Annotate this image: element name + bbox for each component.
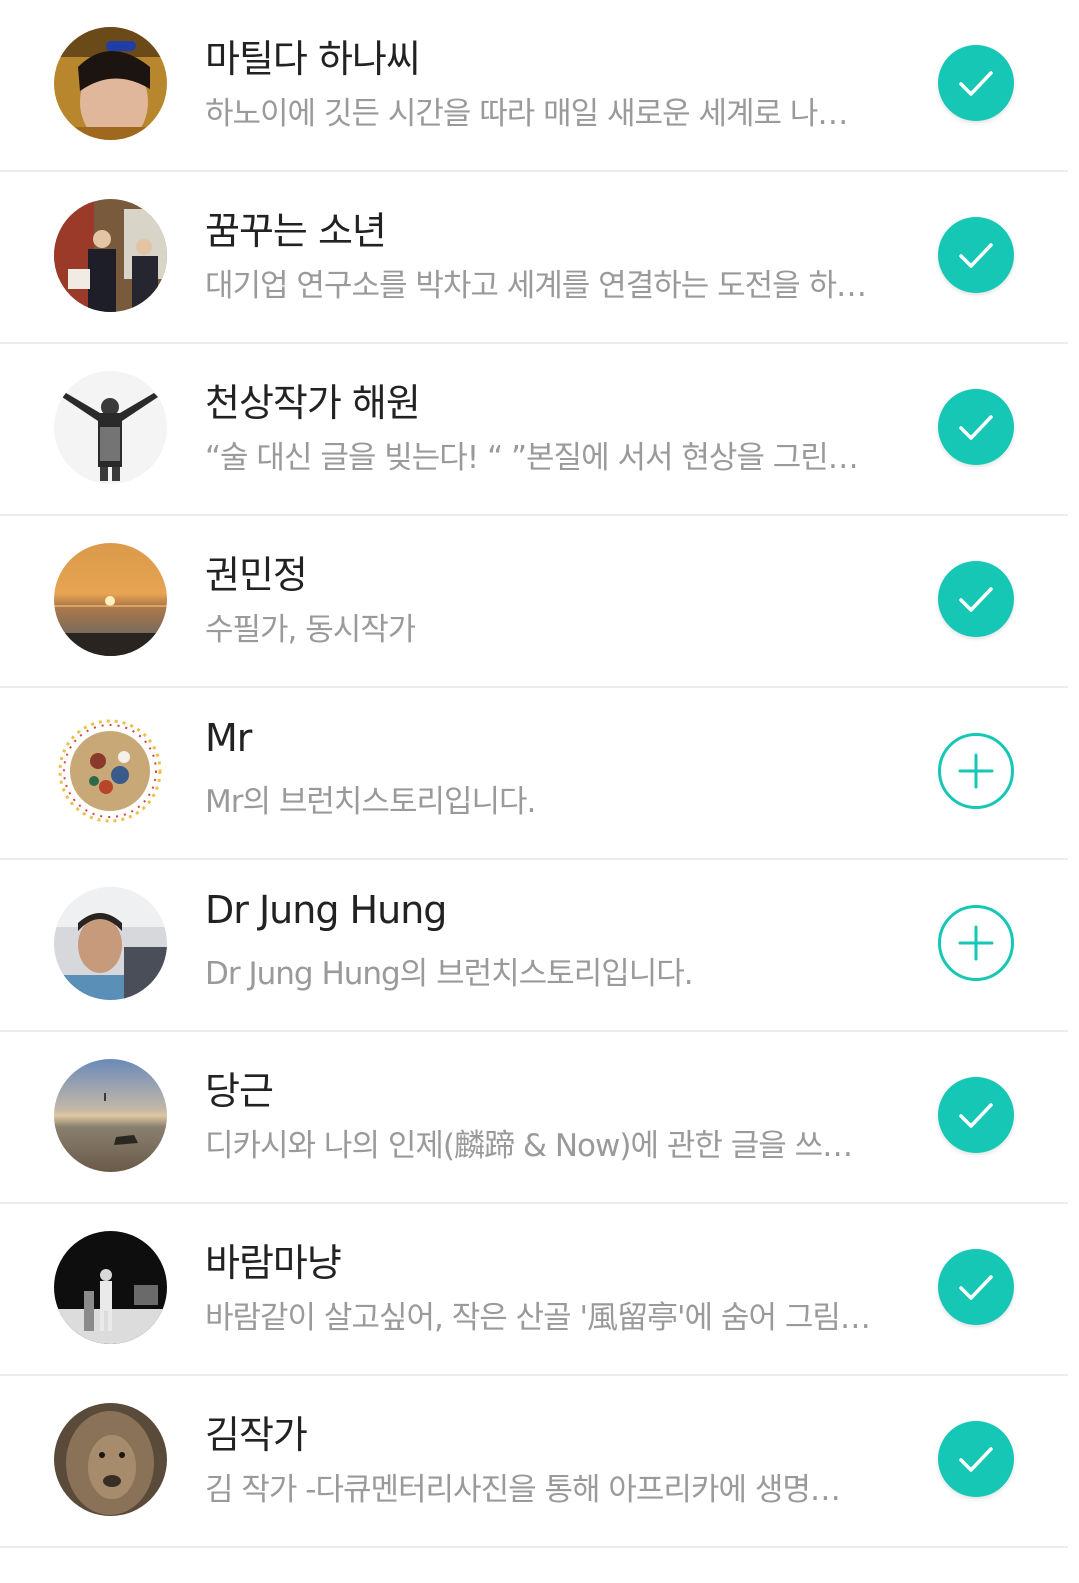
- check-icon: [959, 1447, 993, 1472]
- check-icon: [959, 71, 993, 96]
- plus-icon: [958, 925, 994, 961]
- avatar[interactable]: [54, 715, 167, 828]
- author-name: Dr Jung Hung: [205, 888, 447, 932]
- list-item[interactable]: Dr Jung Hung Dr Jung Hung의 브런치스토리입니다.: [0, 860, 1068, 1032]
- check-icon: [959, 587, 993, 612]
- follow-button[interactable]: [938, 905, 1014, 981]
- author-name: 당근: [205, 1069, 274, 1113]
- following-button[interactable]: [938, 1249, 1014, 1325]
- follow-button[interactable]: [938, 733, 1014, 809]
- list-item[interactable]: Mr Mr의 브런치스토리입니다.: [0, 688, 1068, 860]
- list-item[interactable]: 권민정 수필가, 동시작가: [0, 516, 1068, 688]
- author-description: 대기업 연구소를 박차고 세계를 연결하는 도전을 하…: [205, 268, 867, 304]
- author-description: “술 대신 글을 빚는다! “ ”본질에 서서 현상을 그린…: [205, 440, 858, 476]
- author-description: Mr의 브런치스토리입니다.: [205, 784, 536, 820]
- avatar[interactable]: [54, 1231, 167, 1344]
- avatar[interactable]: [54, 1059, 167, 1172]
- list-item[interactable]: 김작가 김 작가 -다큐멘터리사진을 통해 아프리카에 생명…: [0, 1376, 1068, 1548]
- author-name: Mr: [205, 716, 252, 760]
- author-name: 꿈꾸는 소년: [205, 209, 387, 253]
- author-name: 김작가: [205, 1413, 308, 1457]
- plus-icon: [958, 753, 994, 789]
- following-button[interactable]: [938, 561, 1014, 637]
- author-name: 천상작가 해원: [205, 381, 421, 425]
- author-description: Dr Jung Hung의 브런치스토리입니다.: [205, 956, 693, 992]
- list-item[interactable]: 당근 디카시와 나의 인제(麟蹄 & Now)에 관한 글을 쓰…: [0, 1032, 1068, 1204]
- following-button[interactable]: [938, 217, 1014, 293]
- author-name: 바람마냥: [205, 1241, 342, 1285]
- check-icon: [959, 1103, 993, 1128]
- check-icon: [959, 1275, 993, 1300]
- list-item[interactable]: 꿈꾸는 소년 대기업 연구소를 박차고 세계를 연결하는 도전을 하…: [0, 172, 1068, 344]
- avatar[interactable]: [54, 1403, 167, 1516]
- author-description: 디카시와 나의 인제(麟蹄 & Now)에 관한 글을 쓰…: [205, 1128, 853, 1164]
- avatar[interactable]: [54, 27, 167, 140]
- following-button[interactable]: [938, 389, 1014, 465]
- author-description: 수필가, 동시작가: [205, 612, 416, 648]
- check-icon: [959, 243, 993, 268]
- list-item[interactable]: 천상작가 해원 “술 대신 글을 빚는다! “ ”본질에 서서 현상을 그린…: [0, 344, 1068, 516]
- subscription-list: 마틸다 하나씨 하노이에 깃든 시간을 따라 매일 새로운 세계로 나… 꿈꾸는…: [0, 0, 1079, 1583]
- avatar[interactable]: [54, 543, 167, 656]
- check-icon: [959, 415, 993, 440]
- avatar[interactable]: [54, 887, 167, 1000]
- avatar[interactable]: [54, 371, 167, 484]
- author-description: 김 작가 -다큐멘터리사진을 통해 아프리카에 생명…: [205, 1472, 840, 1508]
- author-description: 바람같이 살고싶어, 작은 산골 '風留亭'에 숨어 그림…: [205, 1300, 870, 1336]
- list-item[interactable]: 마틸다 하나씨 하노이에 깃든 시간을 따라 매일 새로운 세계로 나…: [0, 0, 1068, 172]
- list-item[interactable]: 바람마냥 바람같이 살고싶어, 작은 산골 '風留亭'에 숨어 그림…: [0, 1204, 1068, 1376]
- author-description: 하노이에 깃든 시간을 따라 매일 새로운 세계로 나…: [205, 96, 848, 132]
- avatar[interactable]: [54, 199, 167, 312]
- following-button[interactable]: [938, 1077, 1014, 1153]
- author-name: 마틸다 하나씨: [205, 37, 421, 81]
- following-button[interactable]: [938, 1421, 1014, 1497]
- following-button[interactable]: [938, 45, 1014, 121]
- author-name: 권민정: [205, 553, 308, 597]
